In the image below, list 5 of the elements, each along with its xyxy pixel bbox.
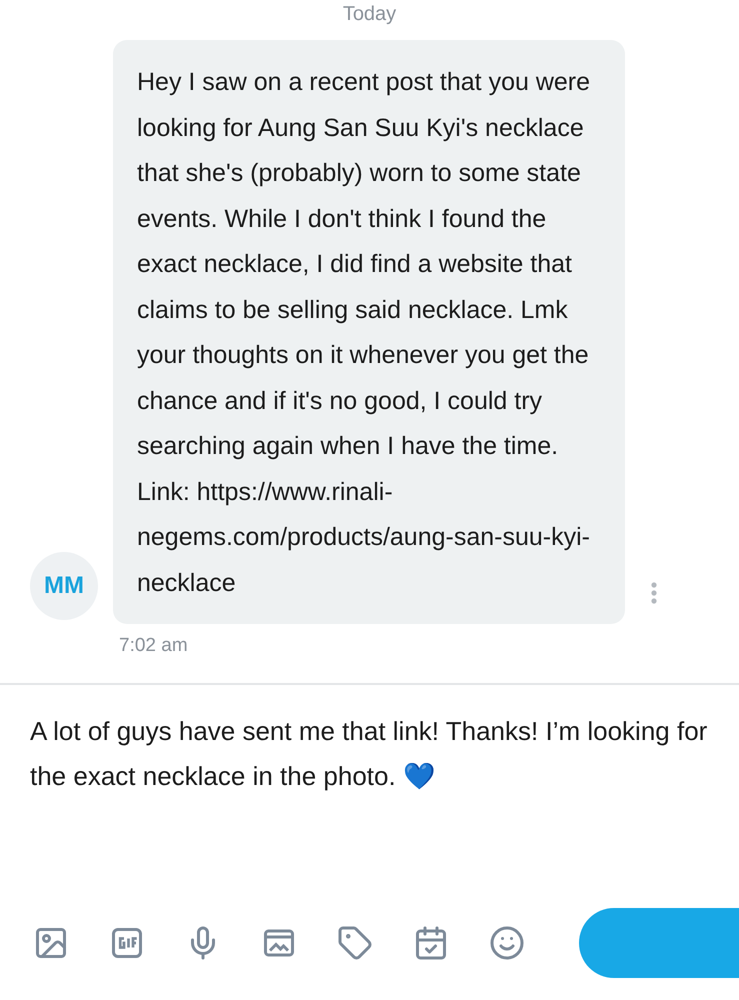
date-label: Today — [342, 4, 396, 24]
message-time: 7:02 am — [119, 635, 188, 656]
message-input[interactable]: A lot of guys have sent me that link! Thanks! I’m looking for the exact necklace in the photo. 💙 — [0, 684, 739, 814]
message-bubble: Hey I saw on a recent post that you were looking for Aung San Suu Kyi's necklace that she's (probably) worn to some state events. While I don't think I found the exact necklace, I did find a website that claims to be selling said necklace. Lmk your thoughts on it whenever you get the chance and if it's no good, I could try searching again when I have the time. Link: https://www.rinali-negems.com/products/aung-san-suu-kyi-necklace — [113, 40, 625, 624]
avatar: MM — [30, 552, 98, 620]
